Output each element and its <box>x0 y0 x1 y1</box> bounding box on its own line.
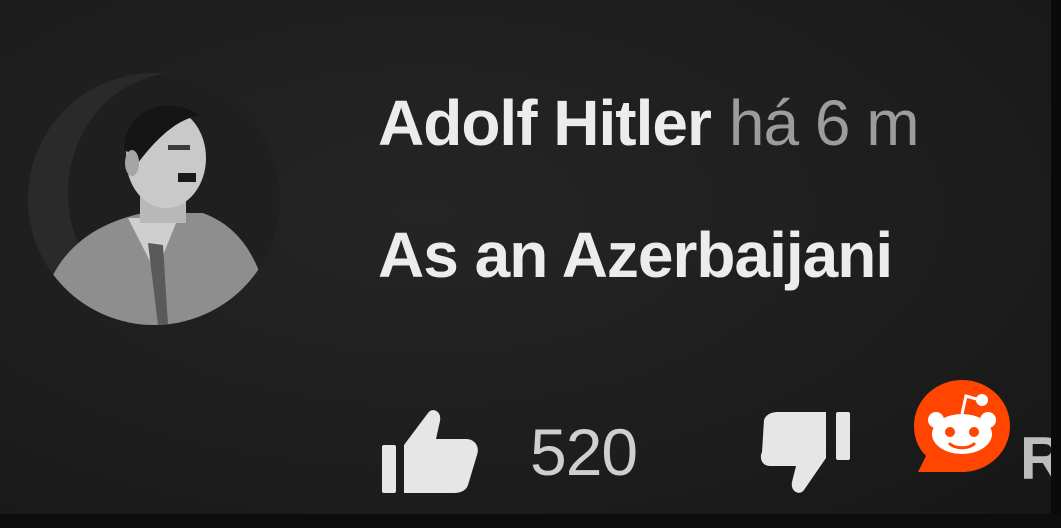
reddit-logo-icon <box>910 374 1014 478</box>
author-name[interactable]: Adolf Hitler <box>378 87 712 159</box>
thumbs-down-icon <box>760 412 850 493</box>
like-button[interactable] <box>380 405 480 495</box>
avatar-photo <box>28 73 280 325</box>
comment-text: As an Azerbaijani <box>378 219 893 291</box>
thumbs-up-icon <box>382 410 478 493</box>
comment-screenshot: Adolf Hitler há 6 m As an Azerbaijani 520 <box>0 0 1061 528</box>
comment-actions: 520 R <box>380 380 1061 500</box>
dislike-button[interactable] <box>760 408 860 498</box>
comment-header: Adolf Hitler há 6 m <box>378 85 1051 161</box>
screen-edge-bottom <box>0 514 1061 528</box>
like-count: 520 <box>530 415 638 489</box>
comment-timestamp[interactable]: há 6 m <box>729 87 920 159</box>
avatar[interactable] <box>28 73 280 325</box>
screen-edge-right <box>1051 0 1061 528</box>
comment-content: Adolf Hitler há 6 m As an Azerbaijani <box>378 85 1051 293</box>
